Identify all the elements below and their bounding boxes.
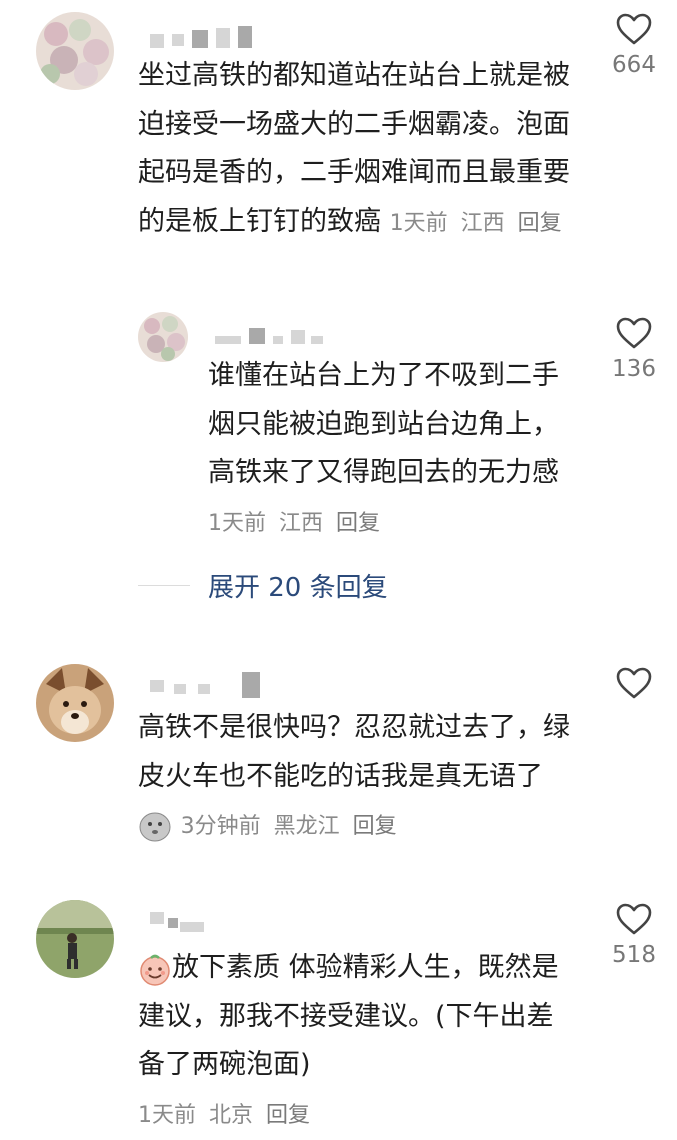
comment-location: 江西: [279, 510, 324, 536]
username-masked[interactable]: [150, 672, 280, 698]
like-count: 136: [612, 356, 656, 382]
like-button[interactable]: 664: [604, 12, 664, 78]
heart-icon: [616, 317, 652, 349]
username-masked[interactable]: [150, 912, 220, 934]
comment-body: 高铁不是很快吗？忍忍就过去了，绿皮火车也不能吃的话我是真无语了: [138, 712, 570, 792]
expand-replies-button[interactable]: 展开 20 条回复: [138, 565, 388, 605]
like-count: 664: [612, 52, 656, 78]
reply-button[interactable]: 回复: [353, 814, 397, 839]
reply-button[interactable]: 回复: [336, 511, 380, 536]
flower-avatar[interactable]: [36, 12, 114, 90]
comment-location: 北京: [209, 1102, 254, 1128]
reply-button[interactable]: 回复: [518, 211, 562, 236]
like-button[interactable]: [604, 666, 664, 706]
comment-location: 黑龙江: [273, 814, 340, 839]
comment-text: 放下素质 体验精彩人生，既然是建议，那我不接受建议。(下午出差 备了两碗泡面) …: [138, 944, 576, 1140]
flower-avatar[interactable]: [138, 312, 188, 362]
comment-body: 放下素质 体验精彩人生，既然是建议，那我不接受建议。(下午出差 备了两碗泡面): [138, 952, 559, 1080]
reply-item: 谁懂在站台上为了不吸到二手烟只能被迫跑到站台边角上，高铁来了又得跑回去的无力感 …: [0, 300, 677, 550]
comment-item: 坐过高铁的都知道站在站台上就是被迫接受一场盛大的二手烟霸凌。泡面起码是香的，二手…: [0, 0, 677, 300]
reply-button[interactable]: 回复: [266, 1103, 310, 1128]
comment-body: 谁懂在站台上为了不吸到二手烟只能被迫跑到站台边角上，高铁来了又得跑回去的无力感: [208, 360, 559, 488]
speechless-emoji-icon: [139, 812, 171, 841]
heart-icon: [616, 667, 652, 699]
heart-icon: [616, 13, 652, 45]
comment-text: 谁懂在站台上为了不吸到二手烟只能被迫跑到站台边角上，高铁来了又得跑回去的无力感 …: [208, 352, 570, 548]
comment-meta: 1天前 北京 回复: [138, 1103, 316, 1128]
comment-text: 高铁不是很快吗？忍忍就过去了，绿皮火车也不能吃的话我是真无语了 3分钟前 黑龙江…: [138, 704, 570, 852]
comment-time: 3分钟前: [180, 814, 261, 839]
comment-time: 1天前: [138, 1102, 196, 1128]
comment-location: 江西: [460, 210, 505, 236]
username-masked[interactable]: [215, 326, 335, 348]
like-button[interactable]: 136: [604, 316, 664, 382]
like-count: 518: [612, 942, 656, 968]
comment-time: 1天前: [208, 510, 266, 536]
divider: [138, 584, 190, 586]
username-masked[interactable]: [150, 26, 270, 48]
comment-time: 1天前: [389, 210, 448, 236]
smile-emoji-icon: [140, 954, 170, 986]
comment-meta: 1天前 江西 回复: [390, 211, 568, 236]
comment-item: 放下素质 体验精彩人生，既然是建议，那我不接受建议。(下午出差 备了两碗泡面) …: [0, 888, 677, 1128]
comment-meta: 3分钟前 黑龙江 回复: [181, 814, 403, 839]
comment-meta: 1天前 江西 回复: [208, 511, 386, 536]
field-avatar[interactable]: [36, 900, 114, 978]
comment-item: 高铁不是很快吗？忍忍就过去了，绿皮火车也不能吃的话我是真无语了 3分钟前 黑龙江…: [0, 650, 677, 890]
comment-text: 坐过高铁的都知道站在站台上就是被迫接受一场盛大的二手烟霸凌。泡面起码是香的，二手…: [138, 52, 570, 248]
like-button[interactable]: 518: [604, 902, 664, 968]
dog-avatar[interactable]: [36, 664, 114, 742]
heart-icon: [616, 903, 652, 935]
expand-replies-label: 展开 20 条回复: [208, 572, 388, 603]
